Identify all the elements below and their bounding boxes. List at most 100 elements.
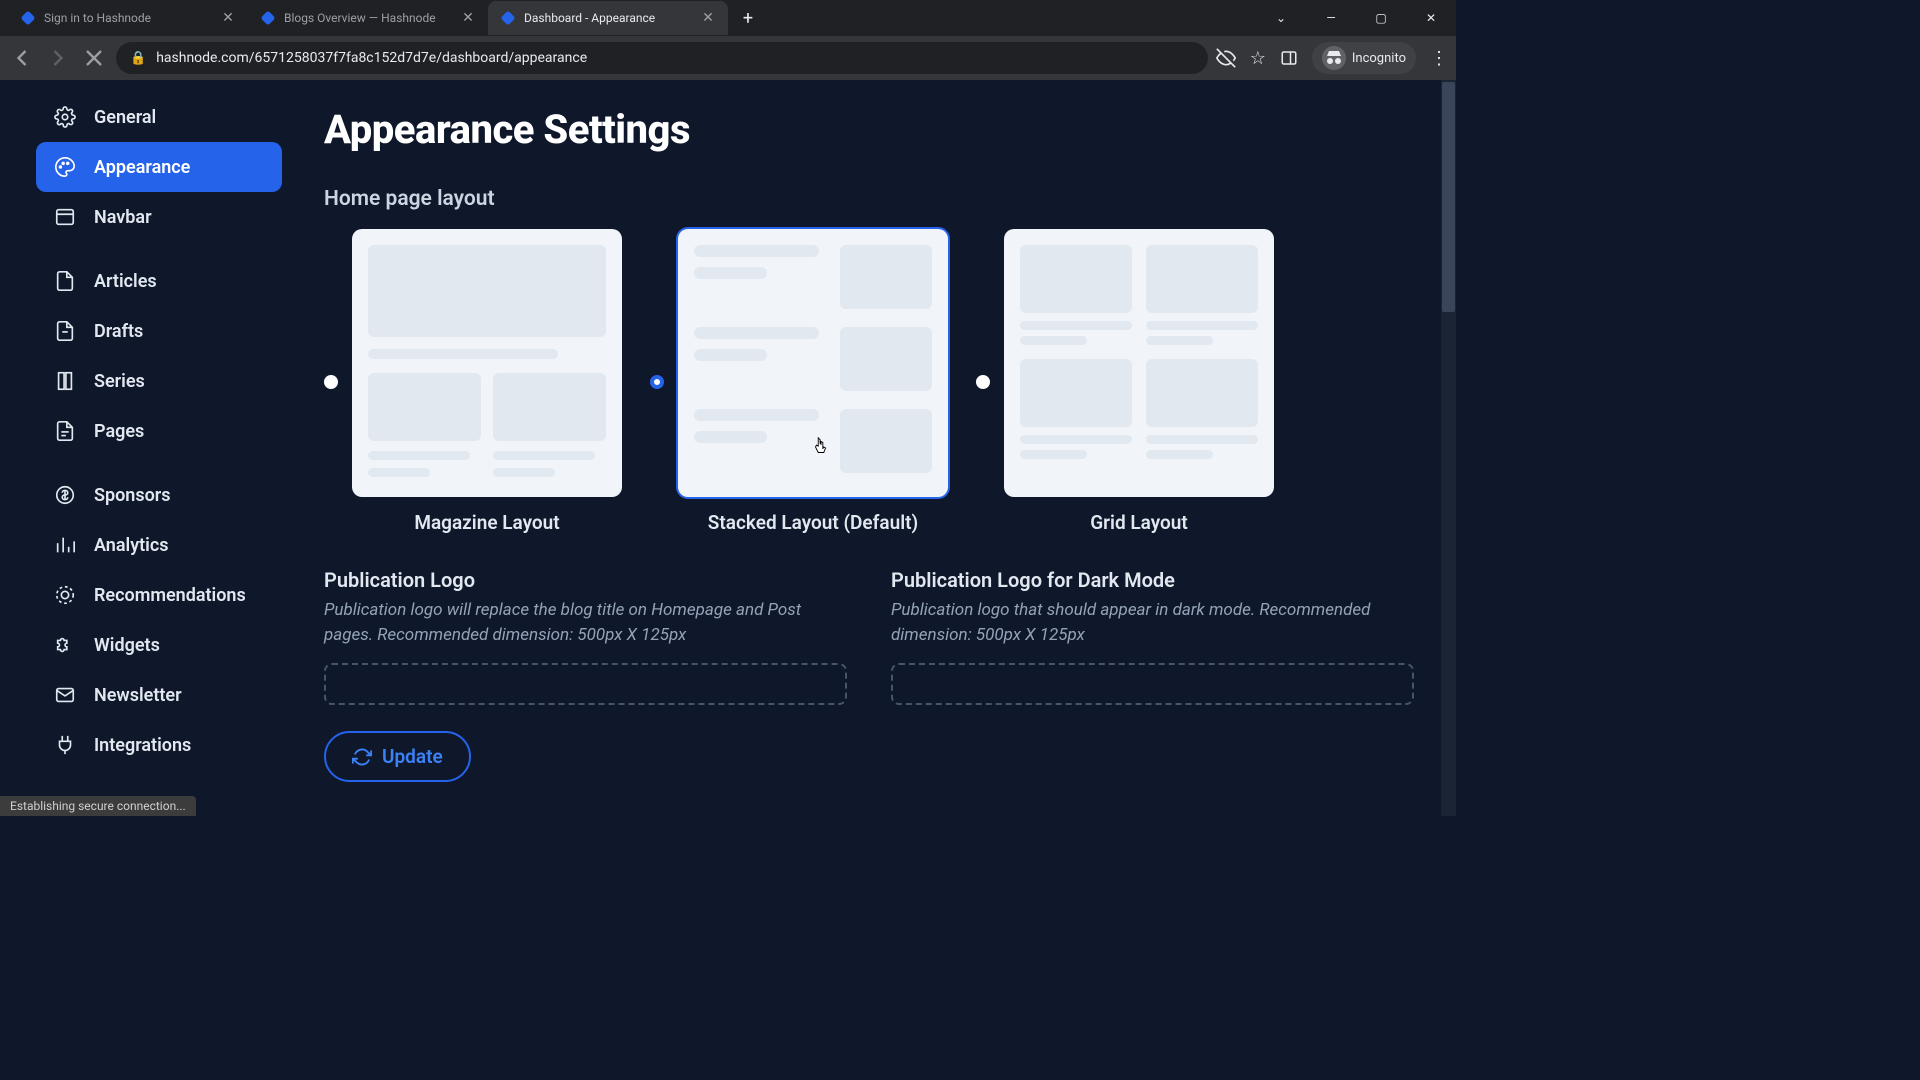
sidebar-item-label: General [94, 107, 156, 128]
doc-icon [54, 270, 76, 292]
sidebar-item-analytics[interactable]: Analytics [36, 520, 282, 570]
sidebar-item-general[interactable]: General [36, 92, 282, 142]
page-icon [54, 420, 76, 442]
logo-light-dropzone[interactable] [324, 663, 847, 705]
sidebar-item-drafts[interactable]: Drafts [36, 306, 282, 356]
sidebar: General Appearance Navbar Articles Draft… [0, 80, 282, 816]
star-icon[interactable]: ☆ [1250, 48, 1266, 69]
minimize-button[interactable]: — [1308, 2, 1354, 34]
layout-label: Magazine Layout [414, 511, 559, 534]
logo-dark-title: Publication Logo for Dark Mode [891, 568, 1414, 592]
close-window-button[interactable]: ✕ [1408, 2, 1454, 34]
close-icon[interactable]: ✕ [700, 10, 716, 26]
sidebar-item-label: Integrations [94, 735, 191, 756]
publication-logo-section: Publication Logo Publication logo will r… [324, 568, 1414, 705]
sidebar-item-series[interactable]: Series [36, 356, 282, 406]
file-icon [54, 320, 76, 342]
sidebar-item-newsletter[interactable]: Newsletter [36, 670, 282, 720]
sidebar-item-integrations[interactable]: Integrations [36, 720, 282, 770]
tab-title: Blogs Overview — Hashnode [284, 11, 452, 25]
sidebar-item-widgets[interactable]: Widgets [36, 620, 282, 670]
layout-label: Stacked Layout (Default) [708, 511, 918, 534]
logo-dark-desc: Publication logo that should appear in d… [891, 598, 1414, 647]
stop-loading-button[interactable] [80, 44, 108, 72]
sidebar-item-articles[interactable]: Articles [36, 256, 282, 306]
incognito-badge[interactable]: Incognito [1312, 42, 1416, 74]
url-text: hashnode.com/6571258037f7fa8c152d7d7e/da… [156, 50, 1194, 66]
hashnode-favicon [260, 10, 276, 26]
tab-title: Sign in to Hashnode [44, 11, 212, 25]
refresh-icon [352, 747, 372, 767]
sidebar-item-recommendations[interactable]: Recommendations [36, 570, 282, 620]
maximize-button[interactable]: ▢ [1358, 2, 1404, 34]
update-label: Update [382, 745, 443, 768]
browser-chrome: Sign in to Hashnode ✕ Blogs Overview — H… [0, 0, 1456, 80]
sidebar-item-label: Navbar [94, 207, 152, 228]
dollar-icon [54, 484, 76, 506]
tab-blogs-overview[interactable]: Blogs Overview — Hashnode ✕ [248, 1, 488, 35]
layout-preview-magazine[interactable] [352, 229, 622, 497]
hashnode-favicon [20, 10, 36, 26]
tab-title: Dashboard - Appearance [524, 11, 692, 25]
sidebar-item-sponsors[interactable]: Sponsors [36, 470, 282, 520]
eye-off-icon[interactable] [1216, 48, 1236, 68]
plug-icon [54, 734, 76, 756]
close-icon[interactable]: ✕ [220, 10, 236, 26]
window-controls: ⌄ — ▢ ✕ [1258, 2, 1456, 34]
layout-preview-stacked[interactable] [678, 229, 948, 497]
section-label-layout: Home page layout [324, 187, 1414, 211]
address-bar: 🔒 hashnode.com/6571258037f7fa8c152d7d7e/… [0, 36, 1456, 80]
layout-options: Magazine Layout Stacked Layout (Default) [324, 229, 1414, 534]
update-button[interactable]: Update [324, 731, 471, 782]
radio-magazine[interactable] [324, 375, 338, 389]
status-bar: Establishing secure connection... [0, 796, 196, 816]
incognito-label: Incognito [1352, 51, 1406, 66]
palette-icon [54, 156, 76, 178]
tab-bar: Sign in to Hashnode ✕ Blogs Overview — H… [0, 0, 1456, 36]
kebab-menu-icon[interactable]: ⋮ [1430, 48, 1448, 69]
chevron-down-icon[interactable]: ⌄ [1258, 2, 1304, 34]
sidebar-item-label: Widgets [94, 635, 160, 656]
new-tab-button[interactable]: + [734, 4, 762, 32]
mail-icon [54, 684, 76, 706]
sidebar-item-label: Recommendations [94, 585, 246, 606]
sidebar-item-label: Articles [94, 271, 157, 292]
panel-icon[interactable] [1280, 49, 1298, 67]
gear-icon [54, 106, 76, 128]
main-panel: Appearance Settings Home page layout Mag… [282, 80, 1456, 816]
close-icon[interactable]: ✕ [460, 10, 476, 26]
navbar-icon [54, 206, 76, 228]
logo-dark-dropzone[interactable] [891, 663, 1414, 705]
sidebar-item-label: Newsletter [94, 685, 182, 706]
puzzle-icon [54, 634, 76, 656]
tab-dashboard-appearance[interactable]: Dashboard - Appearance ✕ [488, 1, 728, 35]
layout-label: Grid Layout [1090, 511, 1188, 534]
sidebar-item-label: Appearance [94, 157, 190, 178]
tab-signin[interactable]: Sign in to Hashnode ✕ [8, 1, 248, 35]
sidebar-item-appearance[interactable]: Appearance [36, 142, 282, 192]
radio-stacked[interactable] [650, 375, 664, 389]
hashnode-favicon [500, 10, 516, 26]
sidebar-item-label: Sponsors [94, 485, 171, 506]
page-title: Appearance Settings [324, 106, 1414, 153]
logo-light-title: Publication Logo [324, 568, 847, 592]
target-icon [54, 584, 76, 606]
scrollbar-thumb[interactable] [1442, 82, 1455, 312]
back-button[interactable] [8, 44, 36, 72]
sidebar-item-label: Drafts [94, 321, 143, 342]
sidebar-item-pages[interactable]: Pages [36, 406, 282, 456]
sidebar-item-navbar[interactable]: Navbar [36, 192, 282, 242]
stack-icon [54, 370, 76, 392]
sidebar-item-label: Analytics [94, 535, 169, 556]
url-field[interactable]: 🔒 hashnode.com/6571258037f7fa8c152d7d7e/… [116, 42, 1208, 74]
incognito-icon [1322, 46, 1346, 70]
layout-preview-grid[interactable] [1004, 229, 1274, 497]
radio-grid[interactable] [976, 375, 990, 389]
app-container: General Appearance Navbar Articles Draft… [0, 80, 1456, 816]
lock-icon: 🔒 [130, 51, 146, 66]
forward-button[interactable] [44, 44, 72, 72]
sidebar-item-label: Pages [94, 421, 144, 442]
logo-light-desc: Publication logo will replace the blog t… [324, 598, 847, 647]
chart-icon [54, 534, 76, 556]
sidebar-item-label: Series [94, 371, 145, 392]
